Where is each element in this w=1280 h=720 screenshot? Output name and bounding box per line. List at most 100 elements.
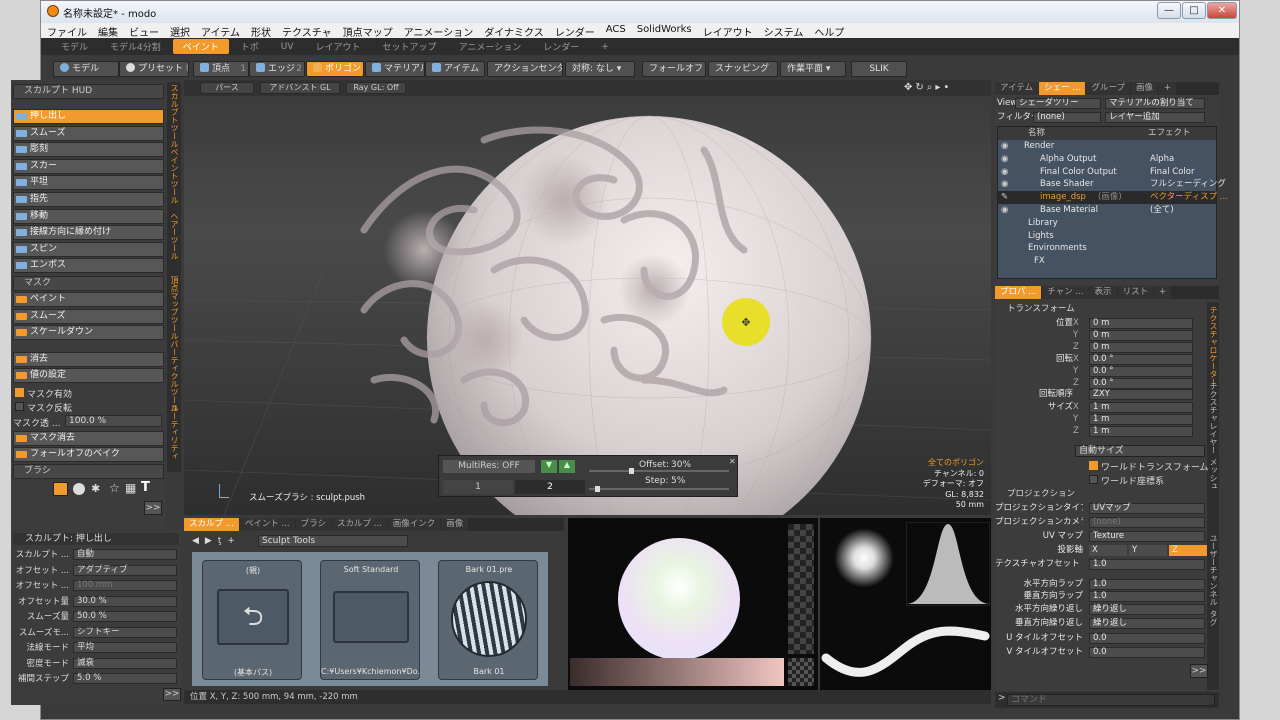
- sculpt-tool-2[interactable]: 彫刻: [13, 142, 164, 158]
- tab-1[interactable]: チャン ...: [1042, 286, 1089, 299]
- tab-3[interactable]: スカルプ ...: [331, 518, 387, 531]
- transform-field[interactable]: 1 m: [1089, 414, 1193, 425]
- prop-value[interactable]: 30.0 %: [73, 595, 177, 607]
- brush-splat-icon[interactable]: ✱: [91, 482, 100, 495]
- menu-1[interactable]: 編集: [92, 23, 123, 39]
- tab-3[interactable]: 画像: [1130, 82, 1158, 95]
- layout-tab-7[interactable]: アニメーション: [449, 39, 532, 54]
- visibility-eye-icon[interactable]: ◉: [1001, 153, 1008, 166]
- preset-folder-soft-standard[interactable]: Soft Standard C:¥Users¥Kchiemon¥Do...: [320, 560, 421, 680]
- sculpt-tool-7[interactable]: 接線方向に縁め付け: [13, 225, 164, 241]
- minimize-button[interactable]: —: [1157, 2, 1181, 19]
- layout-tab-9[interactable]: +: [591, 41, 619, 53]
- subdiv-down-button[interactable]: ▼: [541, 460, 557, 473]
- visibility-eye-icon[interactable]: ✎: [1001, 191, 1008, 204]
- offset-slider[interactable]: [589, 468, 729, 474]
- subdiv-level-1[interactable]: 1: [443, 480, 513, 494]
- maximize-button[interactable]: □: [1182, 2, 1206, 19]
- projection-value[interactable]: 繰り返し: [1089, 604, 1205, 615]
- menu-2[interactable]: ビュー: [123, 23, 164, 39]
- menu-0[interactable]: ファイル: [41, 23, 92, 39]
- menu-15[interactable]: ヘルプ: [808, 23, 849, 39]
- menu-14[interactable]: システム: [758, 23, 809, 39]
- menu-7[interactable]: 頂点マップ: [337, 23, 398, 39]
- erase-button[interactable]: 消去: [13, 352, 164, 367]
- sculpt-tool-8[interactable]: スピン: [13, 241, 164, 257]
- menu-3[interactable]: 選択: [164, 23, 195, 39]
- model-mode-button[interactable]: モデル: [53, 61, 119, 77]
- world-coord-checkbox[interactable]: ワールド座標系: [1089, 474, 1164, 487]
- mask-tool-2[interactable]: スケールダウン: [13, 325, 164, 341]
- tab-0[interactable]: プロパ ...: [995, 286, 1042, 299]
- assign-material-dropdown[interactable]: マテリアルの割り当て: [1105, 98, 1205, 109]
- subdiv-level-2[interactable]: 2: [515, 480, 585, 494]
- close-button[interactable]: ✕: [1207, 2, 1237, 19]
- projection-value[interactable]: Texture: [1089, 531, 1205, 542]
- menu-10[interactable]: レンダー: [549, 23, 600, 39]
- menu-9[interactable]: ダイナミクス: [478, 23, 549, 39]
- sculpt-tool-0[interactable]: 押し出し: [13, 109, 164, 124]
- prop-value[interactable]: 50.0 %: [73, 611, 177, 622]
- projection-value[interactable]: 0.0: [1089, 647, 1205, 658]
- sculpt-tool-1[interactable]: スムーズ: [13, 125, 164, 141]
- transform-field[interactable]: 0.0 °: [1089, 366, 1193, 377]
- mask-invert-checkbox[interactable]: マスク反転: [15, 401, 72, 414]
- prop-value[interactable]: 平均: [73, 642, 177, 653]
- material-mode-button[interactable]: マテリアル 4: [365, 61, 425, 77]
- filter-dropdown[interactable]: (none): [1033, 112, 1101, 123]
- menu-6[interactable]: テクスチャ: [276, 23, 337, 39]
- add-layer-dropdown[interactable]: レイヤー追加: [1105, 112, 1205, 123]
- props-more-button[interactable]: >>: [163, 688, 181, 701]
- raygl-dropdown[interactable]: Ray GL: Off: [346, 82, 406, 94]
- menu-4[interactable]: アイテム: [195, 23, 245, 39]
- shader-row[interactable]: FX: [998, 255, 1216, 268]
- subdiv-up-button[interactable]: ▲: [559, 460, 575, 473]
- brush-square-icon[interactable]: [53, 482, 68, 496]
- sculpt-hud-button[interactable]: スカルプト HUD: [13, 84, 164, 99]
- menu-13[interactable]: レイアウト: [697, 23, 758, 39]
- menu-8[interactable]: アニメーション: [398, 23, 479, 39]
- menu-5[interactable]: 形状: [245, 23, 276, 39]
- edge-mode-button[interactable]: エッジ 2: [249, 61, 305, 77]
- vertex-mode-button[interactable]: 頂点 1: [193, 61, 249, 77]
- sculpt-tool-4[interactable]: 平坦: [13, 175, 164, 191]
- vertical-tab-0[interactable]: スカルプトツール: [168, 84, 180, 148]
- snapping-button[interactable]: スナッピング: [708, 61, 778, 77]
- mask-enable-checkbox[interactable]: マスク有効: [15, 387, 72, 400]
- shader-row[interactable]: ◉ Base Shader フルシェーディング: [998, 178, 1226, 191]
- vertical-tab-5[interactable]: ユーティリティ: [168, 404, 180, 460]
- hud-close-icon[interactable]: ✕: [729, 457, 736, 466]
- transform-field[interactable]: 0 m: [1089, 342, 1193, 353]
- tab-4[interactable]: +: [1154, 286, 1172, 299]
- layout-tab-4[interactable]: UV: [271, 41, 304, 53]
- vertical-tab-1[interactable]: ペイントツール: [168, 148, 180, 204]
- axis-z-button[interactable]: Z: [1169, 545, 1207, 556]
- visibility-eye-icon[interactable]: ◉: [1001, 140, 1008, 153]
- mask-opacity-field[interactable]: 100.0 %: [65, 415, 162, 427]
- projection-value[interactable]: UVマップ: [1089, 503, 1205, 514]
- prop-value[interactable]: 5.0 %: [73, 673, 177, 684]
- props-more-right-button[interactable]: >>: [1190, 664, 1208, 678]
- slik-button[interactable]: SLIK: [851, 61, 907, 77]
- symmetry-dropdown[interactable]: 対称: なし ▾: [565, 61, 635, 77]
- mask-tool-0[interactable]: ペイント: [13, 292, 164, 307]
- shader-row[interactable]: Environments: [998, 242, 1216, 255]
- color-wheel[interactable]: [618, 538, 740, 660]
- polygon-mode-button[interactable]: ポリゴン 3: [306, 61, 364, 77]
- sculpt-tool-3[interactable]: スカー: [13, 158, 164, 174]
- preset-button[interactable]: プリセット F6: [119, 61, 189, 77]
- transform-field[interactable]: 1 m: [1089, 402, 1193, 413]
- color-gradient-bar[interactable]: [570, 658, 784, 686]
- layout-tab-1[interactable]: モデル4分割: [100, 39, 171, 54]
- vertical-tab-2[interactable]: ヘアーツール: [168, 212, 180, 260]
- mask-tool-1[interactable]: スムーズ: [13, 308, 164, 324]
- perspective-dropdown[interactable]: パース: [200, 82, 254, 94]
- tab-1[interactable]: ペイント ...: [239, 518, 295, 531]
- transform-field[interactable]: ZXY: [1089, 389, 1193, 400]
- shader-row[interactable]: Library: [998, 217, 1216, 230]
- transform-field[interactable]: 0 m: [1089, 330, 1193, 341]
- action-center-dropdown[interactable]: アクションセンター ▾: [487, 61, 563, 77]
- sculpt-tool-5[interactable]: 指先: [13, 192, 164, 207]
- projection-value[interactable]: 0.0: [1089, 633, 1205, 644]
- brush-text-icon[interactable]: T: [141, 480, 150, 495]
